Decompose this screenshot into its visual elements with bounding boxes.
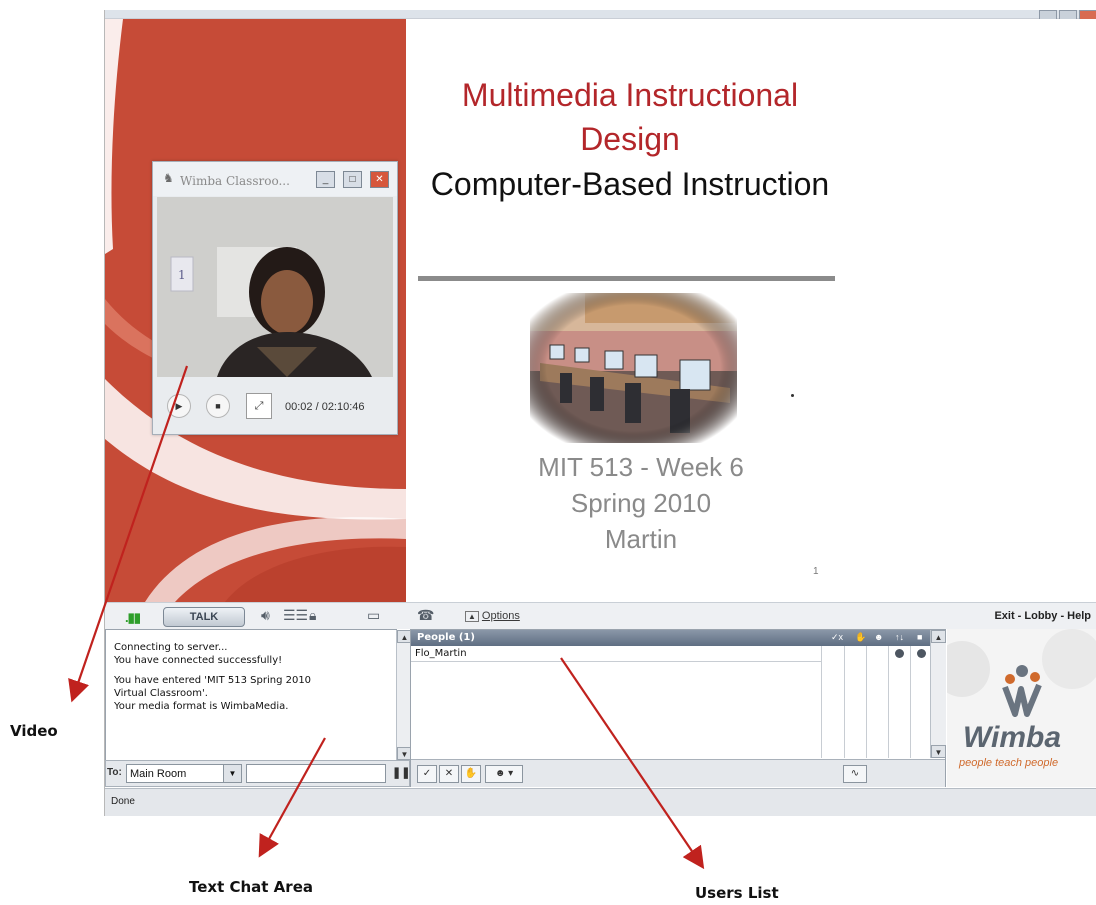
users-annotation-label: Users List bbox=[695, 884, 779, 902]
video-arrow bbox=[68, 365, 189, 703]
video-annotation-label: Video bbox=[10, 722, 58, 740]
chat-arrow bbox=[258, 737, 326, 858]
users-arrow bbox=[560, 657, 705, 870]
chat-annotation-label: Text Chat Area bbox=[189, 878, 313, 896]
annotation-arrows bbox=[68, 365, 705, 870]
